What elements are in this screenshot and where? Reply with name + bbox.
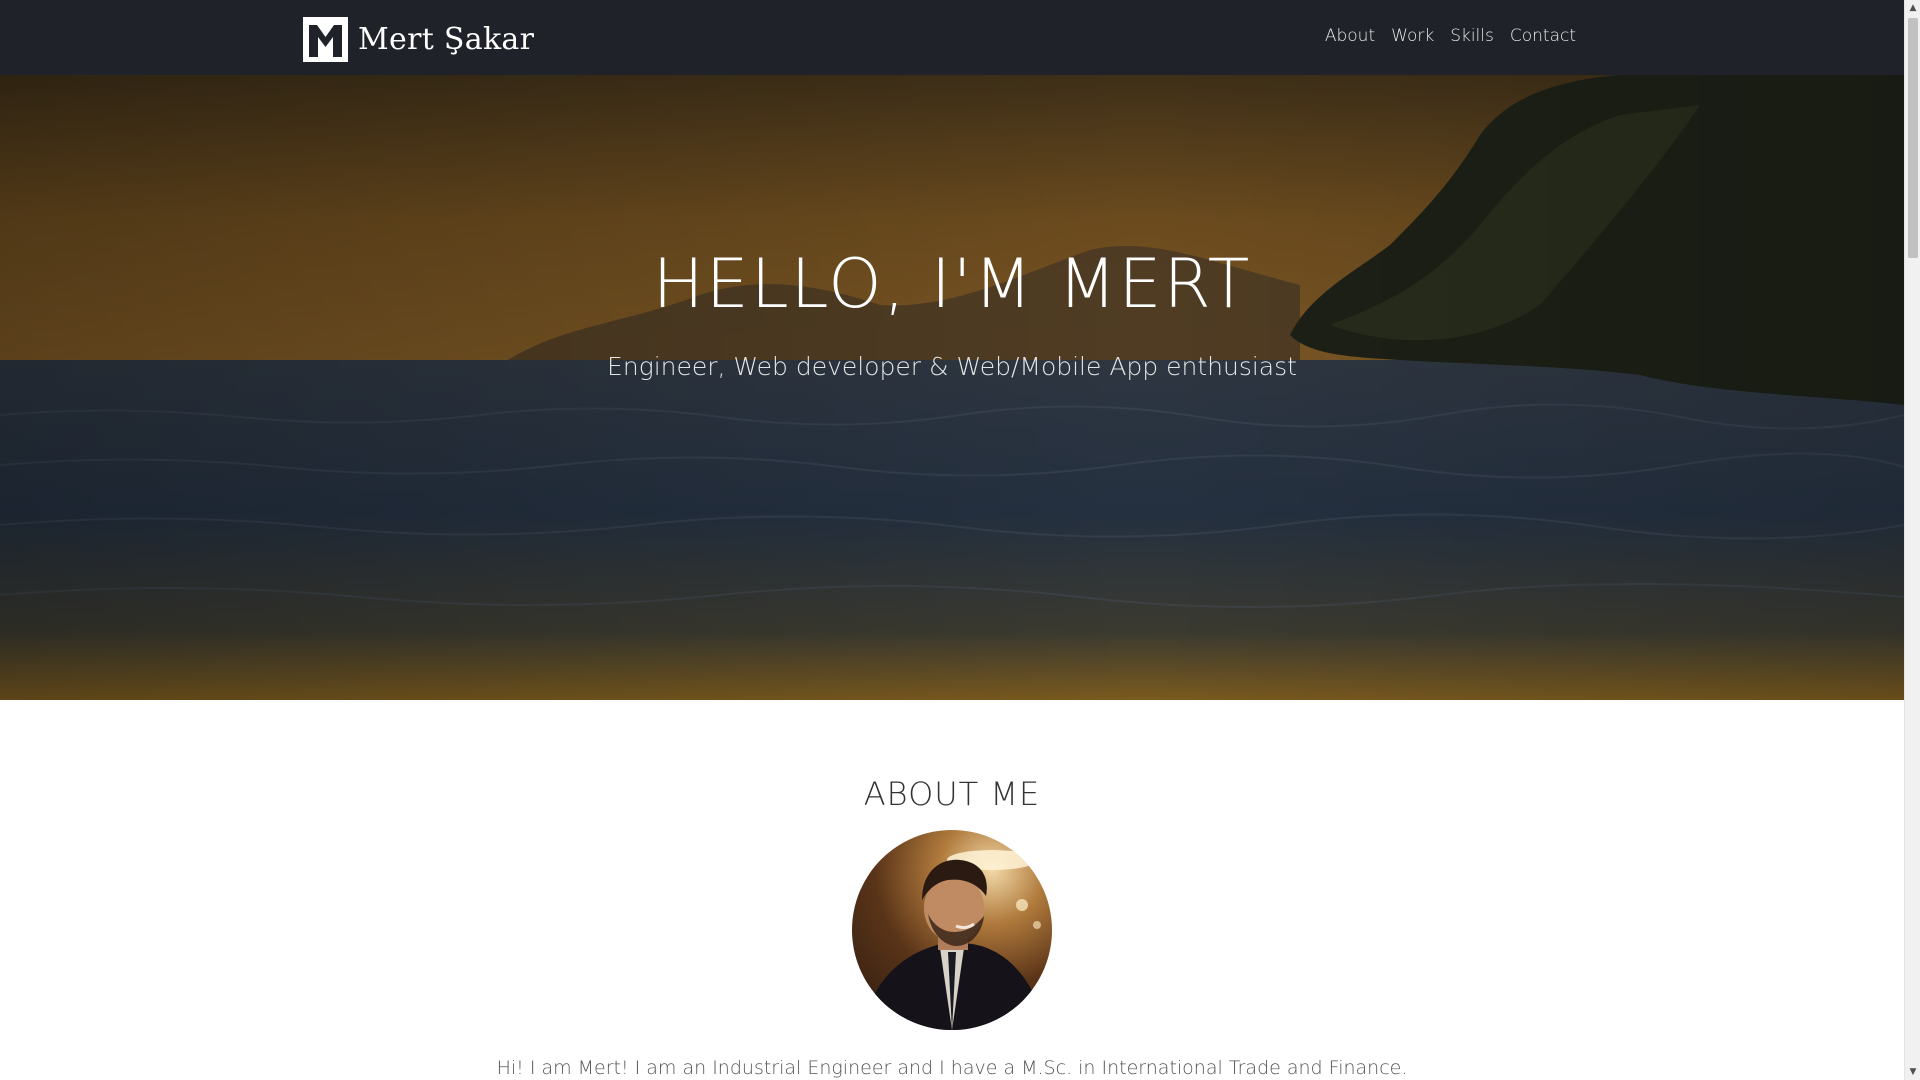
nav-link-skills[interactable]: Skills [1450, 26, 1494, 46]
page-scrollbar[interactable]: ▲ ▼ [1904, 0, 1920, 1080]
about-section-title: ABOUT ME [863, 775, 1041, 813]
hero-title: HELLO, I'M MERT [652, 245, 1252, 324]
profile-avatar [852, 830, 1052, 1030]
nav-links: About Work Skills Contact [1325, 26, 1576, 46]
hero-background-image [0, 75, 1904, 700]
nav-link-contact[interactable]: Contact [1510, 26, 1576, 46]
profile-photo [862, 850, 1047, 1030]
top-navbar: Mert Şakar About Work Skills Contact [0, 0, 1904, 75]
nav-link-about[interactable]: About [1325, 26, 1375, 46]
scrollbar-thumb[interactable] [1908, 18, 1918, 258]
about-intro-text: Hi! I am Mert! I am an Industrial Engine… [496, 1057, 1408, 1079]
hero-subtitle: Engineer, Web developer & Web/Mobile App… [607, 352, 1297, 381]
page: Mert Şakar About Work Skills Contact HEL… [0, 0, 1904, 1080]
triangle-up-icon[interactable]: ▲ [1905, 0, 1920, 16]
hero-section: HELLO, I'M MERT Engineer, Web developer … [0, 75, 1904, 700]
triangle-down-icon[interactable]: ▼ [1905, 1064, 1920, 1080]
brand-home-link[interactable]: Mert Şakar [303, 16, 535, 62]
brand-name: Mert Şakar [358, 21, 535, 57]
nav-link-work[interactable]: Work [1391, 26, 1434, 46]
m-monogram-logo-icon [303, 16, 348, 62]
